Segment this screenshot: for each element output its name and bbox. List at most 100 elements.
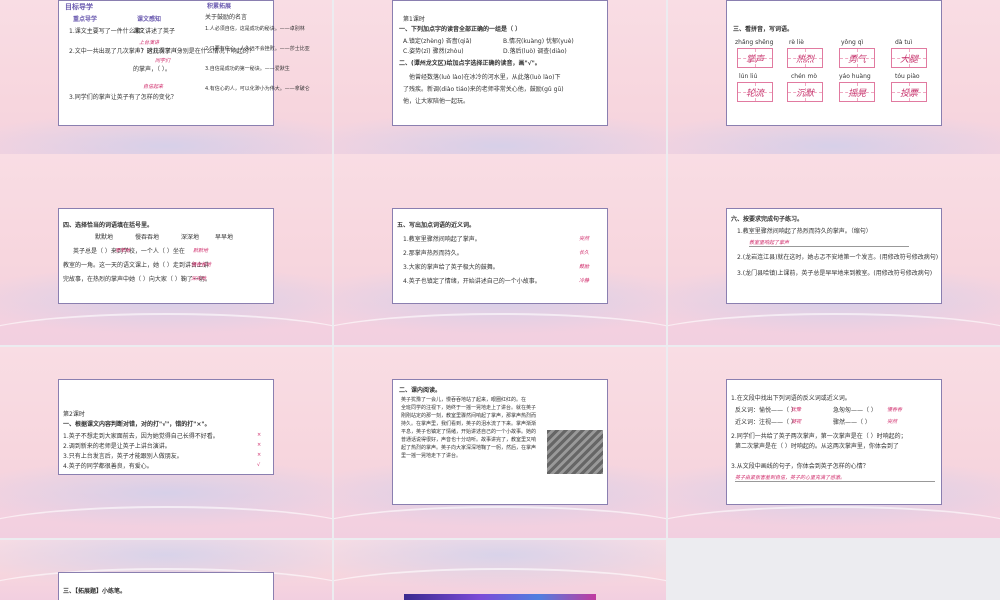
- item-text: 1.教室里骤然间响起了热烈而持久的掌声。（缩句）: [737, 228, 872, 235]
- question-text: 三、【拓展题】小练笔。: [63, 588, 127, 595]
- paragraph-line: 他曾经数落(luò lào)在冰冷的河水里，从此落(luò lào)下: [409, 74, 561, 81]
- slide-card: 目标导学 重点导学 1.课文主要写了一件什么事？ 2.文中一共出现了几次掌声？这…: [58, 0, 310, 126]
- column-head: 重点导学: [73, 16, 98, 23]
- question-text: 一、下列加点字的读音全部正确的一组是（ ）: [399, 26, 522, 33]
- pinyin-label: yǒng qì: [841, 39, 864, 46]
- pinyin-label: tóu piào: [895, 73, 920, 80]
- answer-text: 长久: [579, 250, 590, 256]
- answer-mark: ×: [257, 432, 262, 438]
- item-text: 骤然——（ ）: [833, 419, 871, 426]
- pinyin-label: zhǎng shēng: [735, 39, 774, 46]
- answer-text: 同学们: [155, 58, 171, 64]
- answer-box: 大腿: [891, 48, 927, 68]
- item-text: 1.英子不想走到大家面前去，因为她觉得自己长得不好看。: [63, 433, 219, 440]
- lesson-label: 第2课时: [63, 411, 85, 418]
- slide-card: 五、写出加点词语的近义词。 1.教室里骤然间响起了掌声。 2.那掌声热烈而持久。…: [392, 208, 608, 304]
- answer-mark: ×: [257, 452, 262, 458]
- slide-thumbnail-11[interactable]: [334, 540, 666, 600]
- item-text: 3.只有上台发言后，英子才能跟别人做朋友。: [63, 453, 183, 460]
- slide-thumbnail-10[interactable]: 三、【拓展题】小练笔。: [0, 540, 332, 600]
- answer-text: 默默地: [193, 248, 209, 254]
- item-text: 3.大家的掌声给了英子极大的鼓舞。: [403, 264, 499, 271]
- question-text: 五、写出加点词语的近义词。: [397, 222, 476, 229]
- passage-line: 全班同学的注视下，她终于一摇一晃地走上了讲台。就在英子: [401, 405, 537, 411]
- answer-box: 摇晃: [839, 82, 875, 102]
- item-text: 2.只要有信心，人永远不会挫败。——莎士比亚: [205, 46, 310, 52]
- paragraph-line: 他，让大家陪他一起玩。: [403, 98, 470, 105]
- answer-text: 突然: [579, 236, 590, 242]
- slide-thumbnail-9[interactable]: 1.在文段中找出下列词语的反义词或近义词。 反义词：愉悦——（ ） 急匆匆——（…: [668, 347, 1000, 538]
- choice-word: 慢吞吞地: [135, 234, 160, 241]
- answer-box: 勇气: [839, 48, 875, 68]
- slide-card: 第1课时 一、下列加点字的读音全部正确的一组是（ ） A.镇定(zhèng) 吝…: [392, 0, 608, 126]
- passage-line: 英子犹豫了一会儿，慢吞吞地站了起来，眼圈红红的。在: [401, 397, 527, 403]
- slide-card: 1.在文段中找出下列词语的反义词或近义词。 反义词：愉悦——（ ） 急匆匆——（…: [726, 379, 942, 505]
- answer-text: 慢吞吞: [887, 407, 903, 413]
- answer-box: 投票: [891, 82, 927, 102]
- option-text: A.镇定(zhèng) 吝啬(qiǎ): [403, 38, 472, 45]
- question-text: 二、课内阅读。: [399, 387, 442, 394]
- option-text: D.落后(luò) 调查(diào): [503, 48, 567, 55]
- passage-line: 起了热烈的掌声。英子向大家深深地鞠了一躬，然后，在掌声: [401, 445, 537, 451]
- answer-box: 热烈: [787, 48, 823, 68]
- item-text: 反义词：愉悦——（ ）: [735, 407, 797, 414]
- slide-thumbnail-7[interactable]: 第2课时 一、根据课文内容判断对错，对的打"√"，错的打"×"。 1.英子不想走…: [0, 347, 332, 538]
- question-text: 三、看拼音，写词语。: [733, 26, 794, 33]
- item-text: 3.同学们的掌声让英子有了怎样的变化？: [69, 94, 177, 101]
- question-text: 3.从文段中画线的句子，你体会到英子怎样的心情？: [731, 463, 869, 470]
- pinyin-label: rè liè: [789, 39, 804, 46]
- answer-box: 沉默: [787, 82, 823, 102]
- item-text: 的掌声，（ ）。: [133, 66, 171, 73]
- answer-text: 自信起来: [143, 84, 164, 90]
- paragraph-line: 完故事，在热烈的掌声中她（ ）向大家（ ）鞠了一躬。: [63, 276, 211, 283]
- paragraph-line: 教室的一角。这一天的语文课上，她（ ）走到讲台上讲: [63, 262, 209, 269]
- item-text: 4.英子的同学都很善良，有爱心。: [63, 463, 153, 470]
- passage-line: 平息，英子也镇定了情绪，开始讲述自己的一个小故事。她的: [401, 429, 537, 435]
- slide-banner-image: [404, 594, 596, 600]
- slide-card: 第2课时 一、根据课文内容判断对错，对的打"√"，错的打"×"。 1.英子不想走…: [58, 379, 274, 475]
- item-text: （ ）时获得了（ ）: [133, 48, 185, 55]
- item-text: 2.(龙岩连江县)就在这时，她忐忑不安地第一个发言。(用修改符号修改病句): [737, 254, 939, 261]
- slide-thumbnail-5[interactable]: 五、写出加点词语的近义词。 1.教室里骤然间响起了掌声。 2.那掌声热烈而持久。…: [334, 154, 666, 345]
- option-text: B.情况(kuàng) 忧郁(yuè): [503, 38, 574, 45]
- slide-card: 六、按要求完成句子练习。 1.教室里骤然间响起了热烈而持久的掌声。（缩句） 教室…: [726, 208, 942, 304]
- option-text: C.姿势(zī) 骤然(zhòu): [403, 48, 464, 55]
- lesson-label: 第1课时: [403, 16, 425, 23]
- answer-text: 教室里响起了掌声: [749, 239, 909, 247]
- item-text: 3.自信是成功的第一秘诀。——爱默生: [205, 66, 290, 72]
- answer-box: 轮流: [737, 82, 773, 102]
- answer-text: 深深地: [191, 276, 207, 282]
- classroom-photo: [547, 430, 603, 474]
- slide-thumbnail-4[interactable]: 四、选择恰当的词语填在括号里。 默默地 慢吞吞地 深深地 早早地 英子总是（ ）…: [0, 154, 332, 345]
- answer-text: 冷静: [579, 278, 590, 284]
- slide-thumbnail-8[interactable]: 二、课内阅读。 英子犹豫了一会儿，慢吞吞地站了起来，眼圈红红的。在 全班同学的注…: [334, 347, 666, 538]
- answer-text: 凝视: [791, 419, 802, 425]
- slide-title: 目标导学: [65, 3, 93, 11]
- answer-text: 犹豫: [791, 407, 802, 413]
- item-text: 2.那掌声热烈而持久。: [403, 250, 463, 257]
- question-text: 1.在文段中找出下列词语的反义词或近义词。: [731, 395, 851, 402]
- slide-thumbnail-6[interactable]: 六、按要求完成句子练习。 1.教室里骤然间响起了热烈而持久的掌声。（缩句） 教室…: [668, 154, 1000, 345]
- passage-line: 普通话说得很好，声音也十分动听。故事讲完了，教室里又响: [401, 437, 537, 443]
- item-text: 急匆匆——（ ）: [833, 407, 877, 414]
- answer-text: 突然: [887, 419, 898, 425]
- item-text: 课文讲述了英子: [133, 28, 176, 35]
- item-text: 4.有信心的人，可以化渺小为伟大。——拿破仑: [205, 86, 310, 92]
- question-text: 四、选择恰当的词语填在括号里。: [63, 222, 154, 229]
- question-text: 六、按要求完成句子练习。: [731, 216, 804, 223]
- item-text: 1.人必须自信，这是成功的秘诀。——卓别林: [205, 26, 305, 32]
- pinyin-label: yáo huàng: [839, 73, 871, 80]
- slide-card: 三、【拓展题】小练笔。: [58, 572, 274, 600]
- answer-text: 慢吞吞地: [191, 262, 212, 268]
- answer-text: 英子由紧张害羞到自信，英子的心里充满了感激。: [735, 474, 935, 482]
- passage-line: 刚刚站定的那一刻，教室里骤然间响起了掌声，那掌声热烈而: [401, 413, 537, 419]
- question-text: 2.同学们一共给了英子两次掌声，第一次掌声是在（ ）时响起的；: [731, 433, 907, 440]
- item-text: 4.英子也镇定了情绪，开始讲述自己的一个小故事。: [403, 278, 541, 285]
- answer-text: 早早地: [115, 248, 131, 254]
- answer-mark: ×: [257, 442, 262, 448]
- answer-text: 上台演讲: [139, 40, 160, 46]
- slide-card: 三、看拼音，写词语。 zhǎng shēng rè liè yǒng qì dà…: [726, 0, 942, 126]
- paragraph-line: 了残疾。新调(diào tiáo)来的老师非常关心他，鼓励(gǔ gū): [403, 86, 564, 93]
- choice-word: 默默地: [95, 234, 114, 241]
- column-head: 课文感知: [137, 16, 162, 23]
